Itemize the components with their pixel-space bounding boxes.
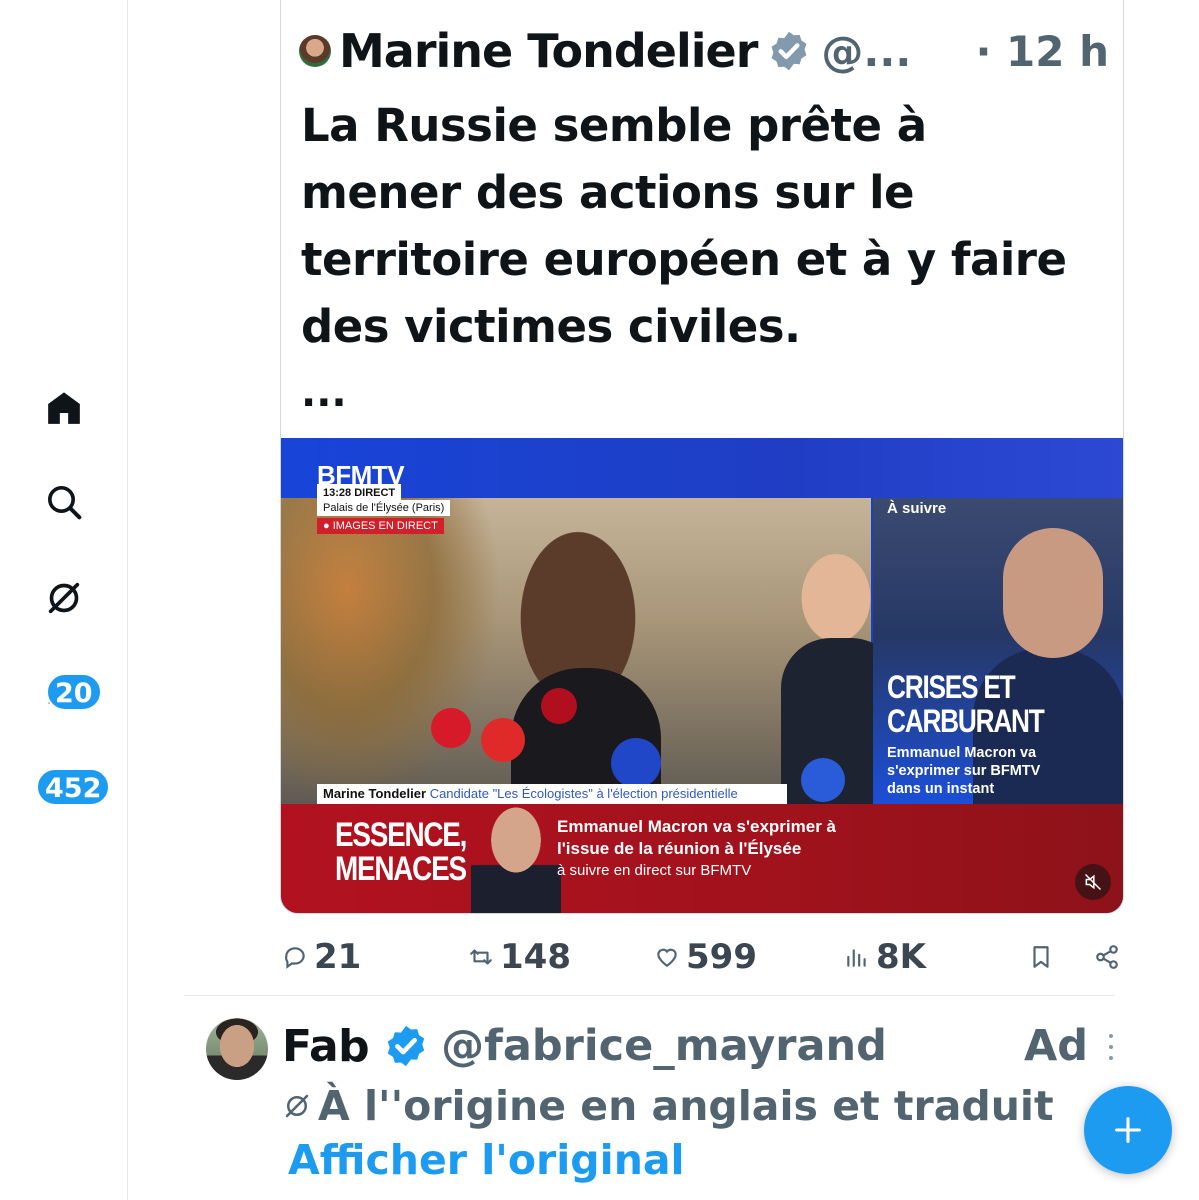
tweet-divider	[184, 995, 1115, 996]
repost-button[interactable]: 148	[468, 930, 571, 984]
repost-icon	[470, 949, 492, 965]
side-headline-line-1: CRISES ET	[887, 669, 1016, 705]
show-more[interactable]: ...	[301, 370, 347, 416]
lower-third-name: Marine Tondelier	[323, 786, 427, 801]
nav-grok[interactable]	[30, 564, 98, 632]
show-original-link[interactable]: Afficher l'original	[288, 1136, 685, 1184]
microphone	[431, 708, 471, 748]
repost-count: 148	[500, 937, 571, 977]
band-portrait	[471, 804, 561, 913]
next-tweet-header: Fab @fabrice_mayrand	[282, 1016, 887, 1076]
reply-count: 21	[314, 937, 362, 977]
tweet-text: La Russie semble prête à mener des actio…	[301, 99, 1067, 353]
grok-icon	[285, 1094, 309, 1118]
view-count: 8K	[876, 937, 927, 977]
band-subtext: à suivre en direct sur BFMTV	[557, 862, 752, 879]
quoted-tweet-header: Marine Tondelier @... · 12 h	[299, 24, 1109, 78]
compose-button[interactable]	[1084, 1086, 1172, 1174]
author-name[interactable]: Marine Tondelier	[339, 24, 758, 78]
side-headline-line-2: CARBURANT	[887, 703, 1045, 739]
video-player[interactable]: BFMTV 13:28 DIRECT Palais de l'Élysée (P…	[281, 438, 1123, 913]
reply-icon	[285, 947, 305, 969]
grok-icon	[48, 582, 80, 614]
video-top-bar	[281, 438, 1123, 498]
author-name[interactable]: Fab	[282, 1021, 370, 1072]
side-person-face	[1003, 528, 1103, 658]
messages-badge: 452	[36, 768, 111, 806]
home-icon	[48, 392, 80, 424]
microphone	[611, 738, 661, 788]
nav-home[interactable]	[30, 374, 98, 442]
bookmark-button[interactable]	[1028, 930, 1060, 984]
lower-third: Marine Tondelier Candidate "Les Écologis…	[317, 784, 787, 804]
live-tag: ● IMAGES EN DIRECT	[317, 518, 444, 534]
verified-badge-icon	[387, 1025, 425, 1067]
heart-icon	[657, 948, 677, 967]
side-headline: CRISES ET CARBURANT	[887, 669, 1045, 739]
author-handle[interactable]: @fabrice_mayrand	[441, 1021, 887, 1071]
like-count: 599	[686, 937, 757, 977]
news-band: ESSENCE, MENACES Emmanuel Macron va s'ex…	[281, 804, 1123, 913]
band-text: Emmanuel Macron va s'exprimer à l'issue …	[557, 817, 836, 858]
speaker-muted-icon	[1084, 873, 1102, 891]
verified-badge-icon	[771, 31, 807, 71]
band-title: ESSENCE, MENACES	[335, 816, 467, 888]
translation-text: À l''origine en anglais et traduit	[318, 1082, 1054, 1130]
lower-third-role: Candidate "Les Écologistes" à l'élection…	[429, 786, 738, 801]
share-button[interactable]	[1094, 930, 1126, 984]
quoted-tweet-card[interactable]: Marine Tondelier @... · 12 h La Russie s…	[280, 0, 1124, 914]
avatar[interactable]	[299, 35, 331, 67]
nav-search[interactable]	[30, 468, 98, 536]
views-button[interactable]: 8K	[844, 930, 926, 984]
more-options-icon[interactable]	[1103, 1030, 1119, 1064]
scene-foliage	[281, 498, 501, 804]
reply-button[interactable]: 21	[282, 930, 361, 984]
share-icon	[1096, 945, 1118, 969]
video-location: Palais de l'Élysée (Paris)	[317, 500, 451, 516]
like-button[interactable]: 599	[654, 930, 757, 984]
avatar[interactable]	[206, 1018, 268, 1080]
plus-icon	[1115, 1117, 1141, 1143]
microphone	[481, 718, 525, 762]
translation-note: À l''origine en anglais et traduit	[282, 1080, 1054, 1132]
microphone	[541, 688, 577, 724]
band-title-line-2: MENACES	[335, 850, 467, 888]
nav-rail: 20 452	[0, 0, 128, 1200]
microphone	[801, 758, 845, 802]
bookmark-icon	[1033, 946, 1049, 968]
side-label: À suivre	[887, 500, 947, 517]
tweet-actions: 21 148 599 8K	[280, 930, 1124, 984]
author-handle[interactable]: @...	[821, 27, 911, 76]
notifications-badge: 20	[46, 673, 102, 711]
search-icon	[48, 486, 82, 520]
views-icon	[847, 949, 866, 967]
tweet-time[interactable]: · 12 h	[975, 27, 1109, 76]
band-title-line-1: ESSENCE,	[335, 816, 467, 854]
ad-label: Ad	[1024, 1021, 1089, 1071]
mute-button[interactable]	[1075, 864, 1111, 900]
side-subtitle: Emmanuel Macron va s'exprimer sur BFMTV …	[887, 745, 1041, 797]
